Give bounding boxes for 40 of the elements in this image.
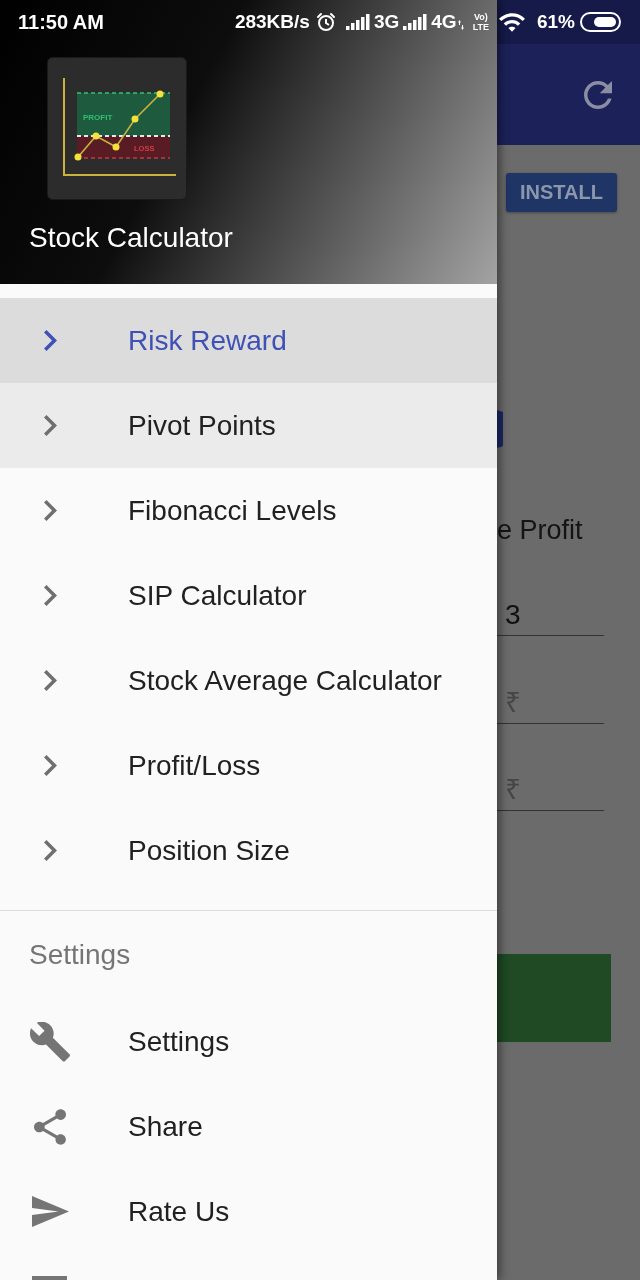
menu-item[interactable]: Rate Us: [0, 1169, 497, 1254]
menu-item[interactable]: Share: [0, 1084, 497, 1169]
volte-label: LTE: [472, 22, 489, 32]
chevron-right-icon: [44, 755, 57, 776]
menu-item[interactable]: Stock Average Calculator: [0, 638, 497, 723]
clipped-icon: [32, 1276, 67, 1280]
menu-item[interactable]: SIP Calculator: [0, 553, 497, 638]
logo-label: PROFIT: [83, 113, 113, 122]
battery-percent: 61%: [536, 11, 575, 33]
menu-item[interactable]: Position Size: [0, 808, 497, 893]
circle-edge-icon: [497, 410, 503, 448]
chevron-right-icon: [44, 500, 57, 521]
wifi-icon: [498, 12, 525, 32]
chevron-right-icon: [44, 415, 57, 436]
battery-icon: [580, 12, 621, 32]
menu-item[interactable]: Settings: [0, 999, 497, 1084]
signal-icon: [403, 14, 429, 30]
install-button[interactable]: INSTALL: [506, 173, 617, 212]
chevron-right-icon: [44, 670, 57, 691]
field-label: e Profit: [497, 514, 583, 546]
network-type: 4G: [431, 11, 457, 33]
drawer-title: Stock Calculator: [29, 223, 233, 253]
send-icon: [31, 1196, 69, 1227]
network-speed: 283KB/s: [234, 11, 310, 33]
refresh-icon[interactable]: [584, 80, 612, 109]
alarm-clock-icon: [315, 12, 336, 32]
menu-item[interactable]: Fibonacci Levels: [0, 468, 497, 553]
chevron-right-icon: [44, 330, 57, 351]
menu-item[interactable]: Profit/Loss: [0, 723, 497, 808]
status-time: 11:50 AM: [18, 11, 104, 33]
volte-label: Vo): [473, 12, 488, 22]
network-type: 3G: [373, 11, 400, 33]
menu-item[interactable]: Pivot Points: [0, 383, 497, 468]
signal-icon: [345, 14, 371, 30]
section-header: Settings: [29, 939, 131, 971]
wrench-icon: [30, 1021, 70, 1062]
menu-item[interactable]: Risk Reward: [0, 298, 497, 383]
share-icon: [34, 1108, 66, 1145]
chevron-right-icon: [44, 840, 57, 861]
chevron-right-icon: [44, 585, 57, 606]
